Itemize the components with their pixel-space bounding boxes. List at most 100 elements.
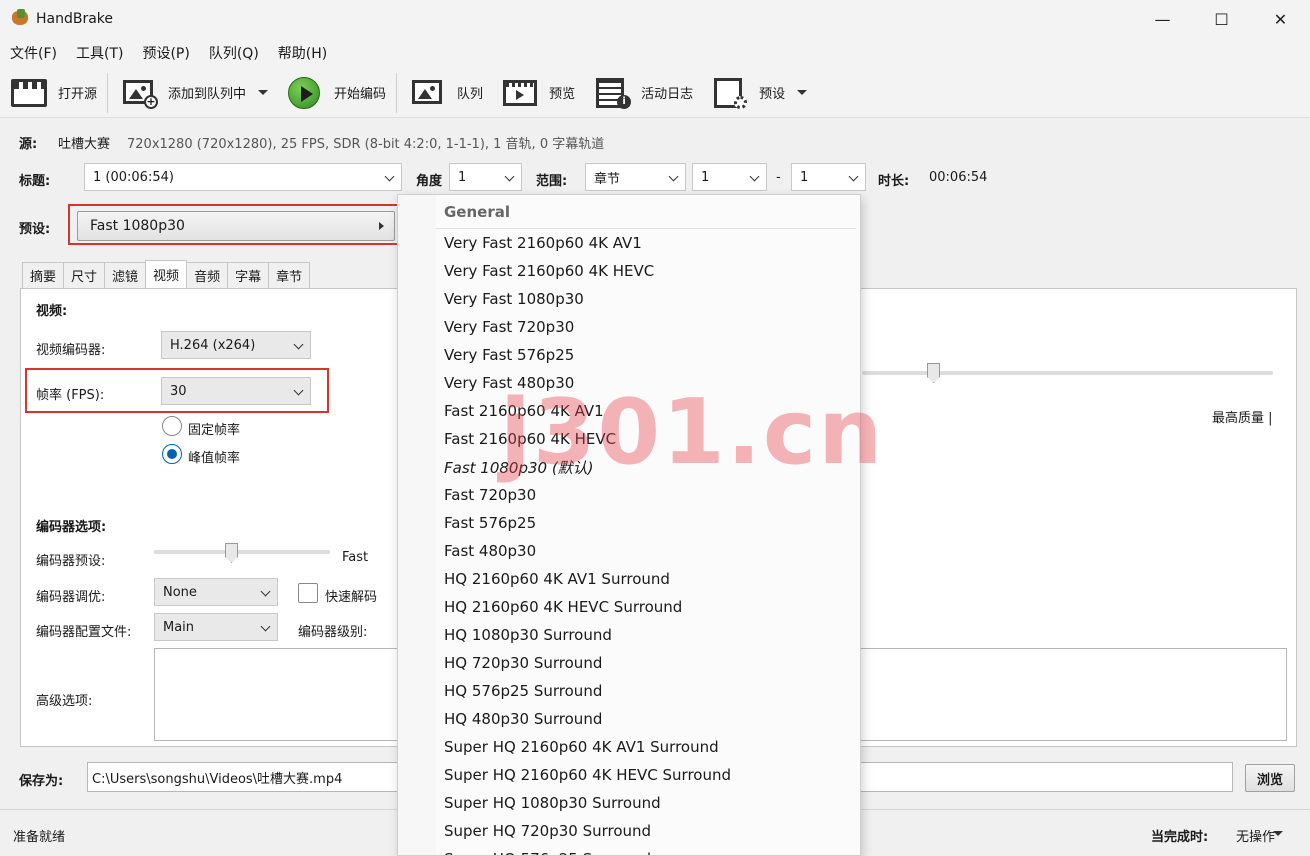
title-bar: HandBrake — ☐ ✕ (0, 0, 1310, 38)
maximize-button[interactable]: ☐ (1192, 0, 1251, 38)
preset-item[interactable]: Fast 720p30 (436, 481, 856, 509)
preset-label: 预设: (19, 222, 51, 237)
toolbar: 打开源 + 添加到队列中 开始编码 队列 预览 i 活动日志 预设 (0, 68, 1310, 118)
range-end-value: 1 (800, 169, 809, 185)
advanced-options-label: 高级选项: (36, 694, 93, 709)
tab-chapters[interactable]: 章节 (268, 262, 311, 288)
tab-subtitles[interactable]: 字幕 (227, 262, 270, 288)
source-info: 720x1280 (720x1280), 25 FPS, SDR (8-bit … (127, 137, 605, 152)
source-label: 源: (19, 137, 38, 152)
preset-item[interactable]: HQ 480p30 Surround (436, 705, 856, 733)
range-type-select[interactable]: 章节 (585, 163, 686, 191)
preset-item[interactable]: Very Fast 720p30 (436, 313, 856, 341)
preview-button[interactable]: 预览 (491, 70, 583, 116)
range-start-value: 1 (701, 169, 710, 185)
peak-framerate-radio[interactable] (162, 444, 182, 464)
preset-item[interactable]: HQ 1080p30 Surround (436, 621, 856, 649)
chevron-down-icon[interactable] (1273, 831, 1283, 836)
minimize-button[interactable]: — (1133, 0, 1192, 38)
browse-button[interactable]: 浏览 (1245, 764, 1295, 792)
preset-list: General Very Fast 2160p60 4K AV1 Very Fa… (436, 195, 856, 855)
activity-log-button[interactable]: i 活动日志 (583, 70, 701, 116)
toolbar-separator (396, 72, 398, 113)
preset-item[interactable]: HQ 2160p60 4K AV1 Surround (436, 565, 856, 593)
preset-item[interactable]: Fast 480p30 (436, 537, 856, 565)
angle-select-value: 1 (458, 169, 467, 185)
fast-decode-checkbox[interactable] (298, 583, 318, 603)
chevron-down-icon[interactable] (258, 90, 269, 95)
menu-tools[interactable]: 工具(T) (66, 43, 132, 63)
encoder-options-title: 编码器选项: (36, 520, 107, 535)
tab-video[interactable]: 视频 (145, 260, 188, 288)
title-select[interactable]: 1 (00:06:54) (84, 163, 402, 191)
start-encode-button[interactable]: 开始编码 (276, 70, 394, 116)
menu-file[interactable]: 文件(F) (0, 43, 66, 63)
video-encoder-label: 视频编码器: (36, 343, 106, 358)
video-encoder-select[interactable]: H.264 (x264) (161, 331, 311, 359)
settings-tabs: 摘要 尺寸 滤镜 视频 音频 字幕 章节 (22, 260, 311, 288)
menu-bar: 文件(F) 工具(T) 预设(P) 队列(Q) 帮助(H) (0, 38, 1310, 68)
start-encode-label: 开始编码 (334, 87, 387, 102)
tab-dimensions[interactable]: 尺寸 (63, 262, 106, 288)
close-button[interactable]: ✕ (1251, 0, 1310, 38)
preset-item[interactable]: Very Fast 2160p60 4K AV1 (436, 229, 856, 257)
range-type-value: 章节 (594, 171, 621, 187)
preset-item[interactable]: Super HQ 2160p60 4K AV1 Surround (436, 733, 856, 761)
preset-item[interactable]: Super HQ 576p25 Surround (436, 845, 856, 855)
activity-log-label: 活动日志 (641, 87, 694, 102)
presets-button[interactable]: 预设 (701, 70, 815, 116)
encoder-tune-value: None (163, 584, 197, 600)
range-end-select[interactable]: 1 (791, 163, 866, 191)
angle-select[interactable]: 1 (449, 163, 522, 191)
menu-queue[interactable]: 队列(Q) (199, 43, 268, 63)
preset-document-gear-icon (711, 77, 749, 109)
encoder-profile-select[interactable]: Main (154, 613, 278, 641)
constant-framerate-label: 固定帧率 (188, 423, 241, 438)
preset-item[interactable]: Fast 576p25 (436, 509, 856, 537)
preset-dropdown-menu: General Very Fast 2160p60 4K AV1 Very Fa… (397, 194, 861, 856)
tab-summary[interactable]: 摘要 (22, 262, 65, 288)
preset-item[interactable]: HQ 2160p60 4K HEVC Surround (436, 593, 856, 621)
duration-value: 00:06:54 (929, 170, 988, 185)
queue-button[interactable]: 队列 (399, 70, 491, 116)
when-done-value[interactable]: 无操作 (1236, 826, 1275, 845)
range-start-select[interactable]: 1 (692, 163, 767, 191)
highlight-box-fps (25, 368, 329, 413)
preset-item[interactable]: Very Fast 1080p30 (436, 285, 856, 313)
fast-decode-label: 快速解码 (325, 590, 378, 605)
encoder-tune-select[interactable]: None (154, 578, 278, 606)
constant-framerate-radio[interactable] (162, 416, 182, 436)
source-name: 吐槽大赛 (58, 137, 111, 152)
preset-item[interactable]: HQ 576p25 Surround (436, 677, 856, 705)
add-to-queue-button[interactable]: + 添加到队列中 (110, 70, 276, 116)
preset-item[interactable]: Very Fast 576p25 (436, 341, 856, 369)
watermark-text: j301.cn (500, 380, 885, 485)
peak-framerate-label: 峰值帧率 (188, 451, 241, 466)
chevron-down-icon (848, 171, 859, 182)
quality-max-label: 最高质量 | (1212, 411, 1273, 426)
menu-presets[interactable]: 预设(P) (132, 43, 198, 63)
preset-item[interactable]: Super HQ 720p30 Surround (436, 817, 856, 845)
preset-item[interactable]: HQ 720p30 Surround (436, 649, 856, 677)
handbrake-app-icon (10, 9, 30, 29)
add-to-queue-label: 添加到队列中 (168, 87, 247, 102)
preview-label: 预览 (549, 87, 576, 102)
quality-slider-track[interactable] (862, 371, 1273, 375)
preset-item[interactable]: Super HQ 1080p30 Surround (436, 789, 856, 817)
clapperboard-icon (10, 77, 48, 109)
open-source-label: 打开源 (58, 87, 98, 102)
preset-group-header: General (436, 195, 856, 229)
video-section-title: 视频: (36, 304, 68, 319)
presets-label: 预设 (759, 87, 786, 102)
preset-item[interactable]: Very Fast 2160p60 4K HEVC (436, 257, 856, 285)
preset-item[interactable]: Super HQ 2160p60 4K HEVC Surround (436, 761, 856, 789)
tab-audio[interactable]: 音频 (186, 262, 229, 288)
tab-filters[interactable]: 滤镜 (104, 262, 147, 288)
chevron-down-icon (749, 171, 760, 182)
open-source-button[interactable]: 打开源 (0, 70, 105, 116)
film-play-icon (501, 77, 539, 109)
log-info-icon: i (593, 77, 632, 109)
menu-help[interactable]: 帮助(H) (268, 43, 336, 63)
chevron-down-icon[interactable] (797, 90, 808, 95)
encoder-preset-slider-track[interactable] (154, 550, 330, 554)
